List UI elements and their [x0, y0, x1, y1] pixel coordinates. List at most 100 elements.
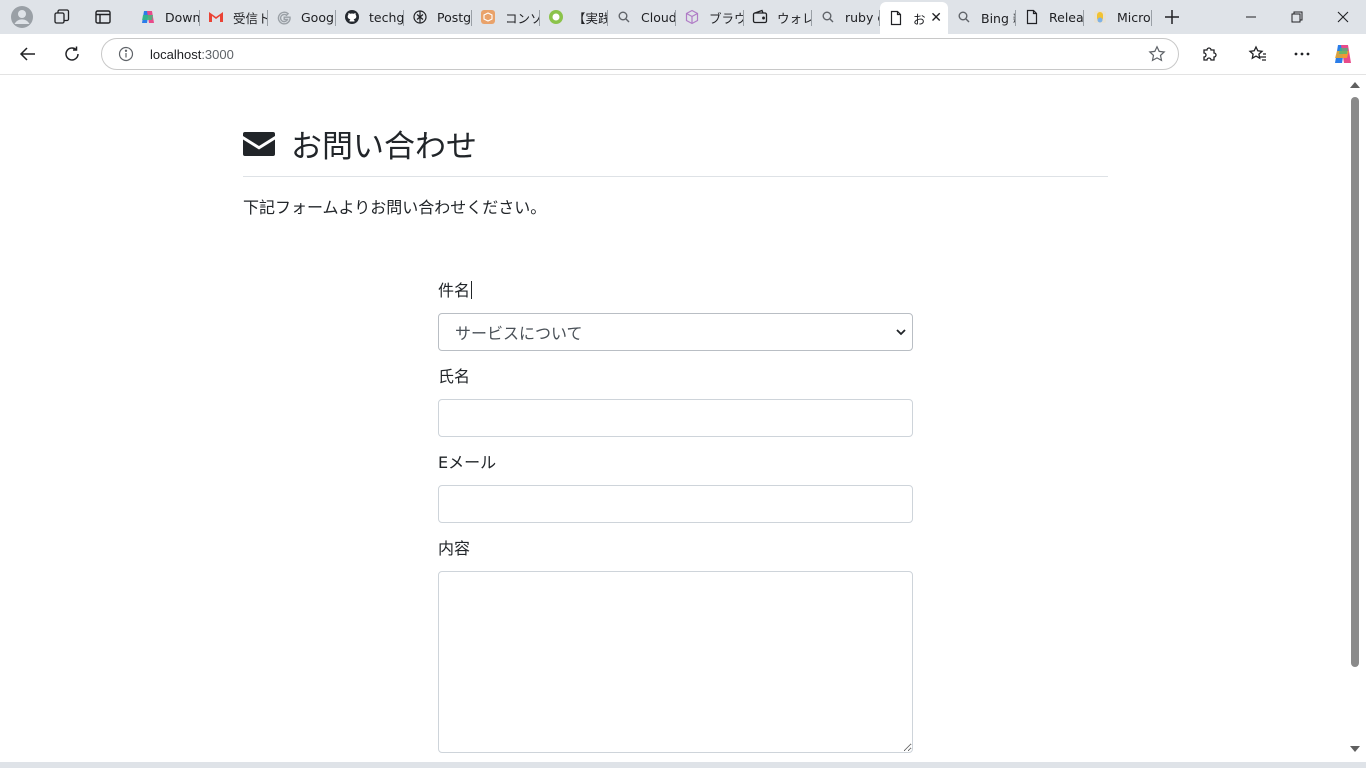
favorites-button[interactable]	[1243, 40, 1273, 68]
plus-icon	[1165, 10, 1179, 24]
close-tab-icon[interactable]: ✕	[930, 10, 942, 26]
page-title: お問い合わせ	[291, 129, 477, 165]
tab-title: 受信ト	[233, 10, 268, 26]
tab[interactable]: ウォレッ	[744, 3, 812, 31]
tab[interactable]: Cloud	[608, 3, 676, 31]
favorites-icon	[1248, 45, 1266, 61]
search-icon	[820, 9, 836, 25]
subject-select[interactable]: サービスについて	[438, 313, 913, 351]
content-label: 内容	[438, 539, 471, 558]
subject-group: 件名 サービスについて	[438, 279, 913, 351]
aws-icon	[480, 9, 496, 25]
microsoft-icon	[1092, 9, 1108, 25]
wallet-icon	[752, 9, 768, 25]
workspaces-icon	[54, 9, 70, 24]
subject-selected-value: サービスについて	[455, 324, 583, 343]
tab-actions-icon	[95, 10, 111, 24]
url-host: localhost	[150, 47, 202, 62]
name-group: 氏名	[438, 365, 913, 437]
tab-separator	[1151, 10, 1152, 26]
tab-title: Downl	[165, 9, 200, 25]
tab-title: Googl	[301, 9, 336, 25]
address-bar[interactable]: localhost:3000	[101, 38, 1179, 70]
extensions-button[interactable]	[1195, 40, 1225, 68]
close-window-button[interactable]	[1320, 0, 1366, 34]
tab[interactable]: Bing 新	[948, 3, 1016, 31]
tab-title: ブラウ	[709, 10, 744, 26]
profile-icon	[11, 6, 33, 28]
tab-title: Cloud	[641, 9, 676, 25]
tab[interactable]: Googl	[268, 3, 336, 31]
email-input[interactable]	[438, 485, 913, 523]
back-button[interactable]	[13, 40, 43, 68]
page-heading: お問い合わせ	[243, 121, 477, 166]
page-icon	[888, 10, 904, 26]
tab[interactable]: Releas	[1016, 3, 1084, 31]
page-icon	[1024, 9, 1040, 25]
content-group: 内容	[438, 537, 913, 753]
scrollbar-thumb[interactable]	[1351, 97, 1359, 667]
tab-active[interactable]: お ✕	[880, 2, 948, 34]
green-circle-icon	[548, 9, 564, 25]
page-lead-text: 下記フォームよりお問い合わせください。	[243, 198, 547, 217]
content-textarea[interactable]	[438, 571, 913, 753]
search-icon	[616, 9, 632, 25]
tab[interactable]: Downl	[132, 3, 200, 31]
info-icon[interactable]	[118, 46, 134, 62]
vertical-tabs-button[interactable]	[90, 4, 116, 30]
scroll-up-icon[interactable]	[1350, 82, 1360, 88]
tab-title: お	[913, 11, 926, 27]
tab[interactable]: 受信ト	[200, 3, 268, 31]
address-url: localhost:3000	[150, 47, 234, 62]
more-button[interactable]	[1287, 40, 1317, 68]
gmail-icon	[208, 9, 224, 25]
tab-title: Postgr	[437, 9, 472, 25]
contact-form: 件名 サービスについて 氏名 Eメール 内容	[438, 279, 913, 762]
tab-title: Bing 新	[981, 10, 1016, 26]
tab[interactable]: コンソー	[472, 3, 540, 31]
tab-title: Releas	[1049, 9, 1084, 25]
copilot-icon	[140, 9, 156, 25]
chevron-down-icon	[896, 329, 906, 336]
github-icon	[344, 9, 360, 25]
tab-title: ウォレッ	[777, 10, 812, 26]
cube-icon	[684, 9, 700, 25]
tab[interactable]: 【実践	[540, 3, 608, 31]
tab-title: Micro	[1117, 9, 1151, 25]
browser-toolbar: localhost:3000	[0, 34, 1366, 75]
tab[interactable]: Micro	[1084, 3, 1152, 31]
star-icon[interactable]	[1148, 45, 1166, 63]
new-tab-button[interactable]	[1160, 5, 1184, 29]
google-icon	[276, 9, 292, 25]
more-horizontal-icon	[1294, 52, 1310, 56]
url-port: :3000	[201, 47, 234, 62]
tab-title: コンソー	[505, 10, 540, 26]
arrow-left-icon	[19, 47, 35, 61]
chatgpt-icon	[412, 9, 428, 25]
copilot-icon	[1335, 45, 1351, 63]
tab-strip: Downl 受信ト Googl techg Postgr コンソー 【実践 Cloud ブラウ ウ…	[0, 0, 1366, 34]
tab[interactable]: techg	[336, 3, 404, 31]
minimize-button[interactable]	[1228, 0, 1274, 34]
name-input[interactable]	[438, 399, 913, 437]
tab[interactable]: Postgr	[404, 3, 472, 31]
page-scrollbar[interactable]	[1348, 75, 1362, 762]
email-label: Eメール	[438, 453, 497, 472]
email-group: Eメール	[438, 451, 913, 523]
scroll-down-icon[interactable]	[1350, 746, 1360, 752]
restore-icon	[1291, 11, 1303, 23]
restore-button[interactable]	[1274, 0, 1320, 34]
tab-title: ruby c	[845, 9, 880, 25]
search-icon	[956, 9, 972, 25]
text-cursor	[471, 281, 473, 299]
refresh-button[interactable]	[57, 40, 87, 68]
refresh-icon	[65, 46, 79, 61]
workspaces-button[interactable]	[49, 4, 75, 30]
profile-button[interactable]	[9, 4, 35, 30]
tab[interactable]: ruby c	[812, 3, 880, 31]
window-bottom-edge	[0, 762, 1366, 768]
tab[interactable]: ブラウ	[676, 3, 744, 31]
subject-label: 件名	[438, 281, 473, 300]
copilot-button[interactable]	[1328, 40, 1358, 68]
tab-title: 【実践	[573, 10, 608, 26]
